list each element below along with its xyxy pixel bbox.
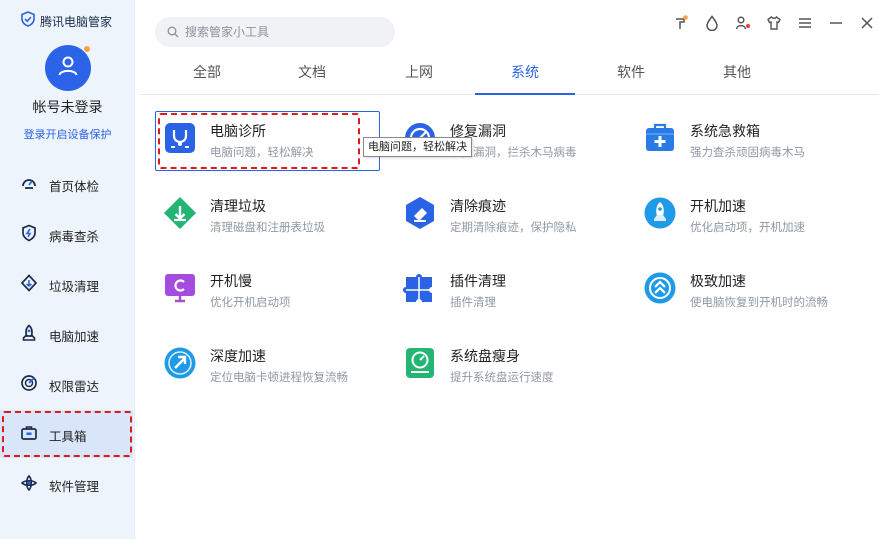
water-drop-icon[interactable] <box>696 13 727 33</box>
highlight-box-sidebar <box>2 411 132 457</box>
sidebar-item-label: 权限雷达 <box>49 378 100 394</box>
search-icon <box>167 23 179 42</box>
sidebar-item-label: 电脑加速 <box>49 328 100 344</box>
tool-name: 极致加速 <box>690 274 746 290</box>
tool-system-disk-slim[interactable]: 系统盘瘦身 提升系统盘运行速度 <box>397 336 617 386</box>
search-bar[interactable] <box>155 17 395 47</box>
login-link[interactable]: 登录开启设备保护 <box>0 126 135 142</box>
tool-boot-speedup[interactable]: 开机加速 优化启动项，开机加速 <box>637 186 857 236</box>
sidebar-item-label: 首页体检 <box>49 178 100 194</box>
tool-extreme-speedup[interactable]: 极致加速 使电脑恢复到开机时的流畅 <box>637 261 857 311</box>
highlight-box-tool <box>158 113 360 169</box>
broom-icon <box>163 196 197 230</box>
tool-name: 开机加速 <box>690 199 746 215</box>
tool-clean-junk[interactable]: 清理垃圾 清理磁盘和注册表垃圾 <box>157 186 377 236</box>
tool-name: 系统急救箱 <box>690 124 760 140</box>
software-icon <box>20 474 38 496</box>
tool-name: 开机慢 <box>210 274 252 290</box>
tab-documents[interactable]: 文档 <box>262 63 362 95</box>
app-title: 腾讯电脑管家 <box>40 14 113 29</box>
tool-desc: 优化启动项，开机加速 <box>690 220 805 234</box>
tool-deep-speedup[interactable]: 深度加速 定位电脑卡顿进程恢复流畅 <box>157 336 377 386</box>
user-settings-icon[interactable] <box>727 13 758 33</box>
category-tabs: 全部 文档 上网 系统 软件 其他 <box>140 63 879 95</box>
rocket-icon <box>643 196 677 230</box>
window-controls <box>665 13 879 33</box>
tab-software[interactable]: 软件 <box>581 63 681 95</box>
tooltip: 电脑问题，轻松解决 <box>363 137 472 157</box>
tool-name: 清理垃圾 <box>210 199 266 215</box>
menu-icon[interactable] <box>789 13 820 33</box>
tool-desc: 提升系统盘运行速度 <box>450 370 554 384</box>
tool-name: 系统盘瘦身 <box>450 349 520 365</box>
sidebar-item-permission-radar[interactable]: 权限雷达 <box>20 374 99 396</box>
tool-plugin-clean[interactable]: 插件清理 插件清理 <box>397 261 617 311</box>
tab-internet[interactable]: 上网 <box>369 63 469 95</box>
tencent-shield-logo-icon <box>20 11 36 31</box>
active-tab-indicator <box>475 93 575 95</box>
disk-slim-icon <box>403 346 437 380</box>
tool-name: 清除痕迹 <box>450 199 506 215</box>
sidebar-item-home-check[interactable]: 首页体检 <box>20 174 99 196</box>
close-icon[interactable] <box>851 13 879 33</box>
tab-all[interactable]: 全部 <box>157 63 257 95</box>
tool-name: 深度加速 <box>210 349 266 365</box>
sidebar-item-label: 软件管理 <box>49 478 100 494</box>
sidebar-item-label: 病毒查杀 <box>49 228 100 244</box>
tab-system[interactable]: 系统 <box>475 63 575 95</box>
home-check-icon <box>20 174 38 196</box>
user-name: 帐号未登录 <box>32 100 103 116</box>
tool-desc: 插件清理 <box>450 295 496 309</box>
tool-name: 插件清理 <box>450 274 506 290</box>
search-input[interactable] <box>185 25 385 39</box>
tool-desc: 定位电脑卡顿进程恢复流畅 <box>210 370 348 384</box>
speed-icon <box>643 271 677 305</box>
sidebar-item-software-manager[interactable]: 软件管理 <box>20 474 99 496</box>
virus-shield-icon <box>20 224 38 246</box>
deep-speed-icon <box>163 346 197 380</box>
sidebar-item-virus-scan[interactable]: 病毒查杀 <box>20 224 99 246</box>
radar-icon <box>20 374 38 396</box>
eraser-icon <box>403 196 437 230</box>
user-icon <box>56 54 80 82</box>
tool-slow-boot[interactable]: 开机慢 优化开机启动项 <box>157 261 377 311</box>
broom-icon <box>20 274 38 296</box>
tab-other[interactable]: 其他 <box>687 63 787 95</box>
tool-desc: 定期清除痕迹，保护隐私 <box>450 220 577 234</box>
tool-system-first-aid[interactable]: 系统急救箱 强力查杀顽固病毒木马 <box>637 111 857 161</box>
skin-icon[interactable] <box>665 13 696 33</box>
tool-clear-traces[interactable]: 清除痕迹 定期清除痕迹，保护隐私 <box>397 186 617 236</box>
minimize-icon[interactable] <box>820 13 851 33</box>
tool-desc: 清理磁盘和注册表垃圾 <box>210 220 325 234</box>
tool-desc: 优化开机启动项 <box>210 295 291 309</box>
puzzle-icon <box>403 271 437 305</box>
first-aid-kit-icon <box>643 121 677 155</box>
tool-desc: 强力查杀顽固病毒木马 <box>690 145 805 159</box>
tool-desc: 使电脑恢复到开机时的流畅 <box>690 295 828 309</box>
notification-dot <box>83 45 91 53</box>
sidebar-item-speedup[interactable]: 电脑加速 <box>20 324 99 346</box>
rocket-icon <box>20 324 38 346</box>
app-brand: 腾讯电脑管家 <box>20 11 112 31</box>
sidebar-item-junk-clean[interactable]: 垃圾清理 <box>20 274 99 296</box>
shirt-icon[interactable] <box>758 13 789 33</box>
sidebar: 腾讯电脑管家 帐号未登录 登录开启设备保护 首页体检 病毒查杀 垃圾清理 电脑加… <box>0 0 135 539</box>
monitor-icon <box>163 271 197 305</box>
sidebar-item-label: 垃圾清理 <box>49 278 100 294</box>
avatar[interactable] <box>45 45 91 91</box>
